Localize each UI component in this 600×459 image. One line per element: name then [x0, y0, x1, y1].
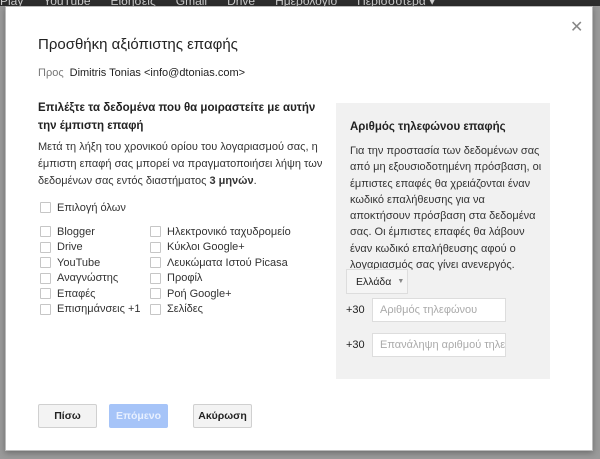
checkbox-label: Προφίλ	[167, 272, 203, 285]
recipient-value: Dimitris Tonias <info@dtonias.com>	[69, 67, 246, 79]
phone-input[interactable]	[372, 298, 506, 322]
add-trusted-contact-dialog: ✕ Προσθήκη αξιόπιστης επαφής Προς Dimitri…	[5, 6, 593, 451]
checkbox-label: Επαφές	[57, 287, 96, 300]
phone-row: +30	[346, 298, 506, 322]
service-checkbox[interactable]: Λευκώματα Ιστού Picasa	[150, 255, 291, 271]
close-icon[interactable]: ✕	[570, 17, 583, 37]
description-end: .	[253, 175, 257, 187]
country-value: Ελλάδα	[356, 275, 392, 288]
description-text: Μετά τη λήξη του χρονικού ορίου του λογα…	[38, 141, 323, 187]
checkbox-label: Κύκλοι Google+	[167, 241, 245, 254]
checkbox-label: Σελίδες	[167, 303, 203, 316]
service-checkbox[interactable]: Αναγνώστης	[40, 271, 141, 287]
service-checkbox[interactable]: Προφίλ	[150, 271, 291, 287]
services-column-1: Blogger Drive YouTube Αναγνώστης Επαφές Επιση…	[40, 224, 141, 317]
checkbox-box[interactable]	[40, 226, 51, 238]
checkbox-box[interactable]	[150, 226, 161, 238]
service-checkbox[interactable]: Blogger	[40, 224, 141, 240]
checkbox-box[interactable]	[40, 241, 51, 253]
panel-text: Για την προστασία των δεδομένων σας από …	[350, 145, 542, 272]
checkbox-box[interactable]	[150, 257, 161, 269]
checkbox-label: Επιλογή όλων	[57, 201, 126, 214]
service-checkbox[interactable]: Ροή Google+	[150, 286, 291, 302]
chevron-down-icon: ▼	[397, 278, 405, 285]
next-button[interactable]: Επόμενο	[109, 404, 168, 428]
select-all-checkbox[interactable]: Επιλογή όλων	[40, 200, 126, 216]
service-checkbox[interactable]: Κύκλοι Google+	[150, 240, 291, 256]
checkbox-label: Αναγνώστης	[57, 272, 119, 285]
cancel-button[interactable]: Ακύρωση	[193, 404, 252, 428]
service-checkbox[interactable]: Σελίδες	[150, 302, 291, 318]
service-checkbox[interactable]: YouTube	[40, 255, 141, 271]
services-column-2: Ηλεκτρονικό ταχυδρομείο Κύκλοι Google+ Λευ…	[150, 224, 291, 317]
to-label: Προς	[38, 67, 64, 79]
checkbox-label: Λευκώματα Ιστού Picasa	[167, 256, 288, 269]
checkbox-label: Επισημάνσεις +1	[57, 303, 141, 316]
checkbox-label: Ροή Google+	[167, 287, 232, 300]
service-checkbox[interactable]: Ηλεκτρονικό ταχυδρομείο	[150, 224, 291, 240]
panel-title: Αριθμός τηλεφώνου επαφής	[350, 121, 506, 133]
country-code: +30	[346, 339, 365, 351]
country-code: +30	[346, 304, 365, 316]
checkbox-box[interactable]	[40, 202, 51, 214]
phone-panel: Αριθμός τηλεφώνου επαφής Για την προστασ…	[336, 103, 550, 379]
service-checkbox[interactable]: Drive	[40, 240, 141, 256]
checkbox-label: YouTube	[57, 256, 101, 269]
description-bold: 3 μηνών	[209, 175, 254, 187]
checkbox-label: Blogger	[57, 225, 95, 238]
description: Μετά τη λήξη του χρονικού ορίου του λογα…	[38, 139, 328, 190]
dialog-title: Προσθήκη αξιόπιστης επαφής	[38, 36, 238, 53]
checkbox-box[interactable]	[150, 303, 161, 315]
checkbox-label: Drive	[57, 241, 83, 254]
checkbox-box[interactable]	[40, 288, 51, 300]
back-button[interactable]: Πίσω	[38, 404, 97, 428]
checkbox-label: Ηλεκτρονικό ταχυδρομείο	[167, 225, 291, 238]
checkbox-box[interactable]	[40, 272, 51, 284]
section-heading: Επιλέξτε τα δεδομένα που θα μοιραστείτε …	[38, 102, 316, 132]
checkbox-box[interactable]	[40, 303, 51, 315]
phone-repeat-row: +30	[346, 333, 506, 357]
phone-repeat-input[interactable]	[372, 333, 506, 357]
checkbox-box[interactable]	[150, 272, 161, 284]
service-checkbox[interactable]: Επισημάνσεις +1	[40, 302, 141, 318]
recipient: Προς Dimitris Tonias <info@dtonias.com>	[38, 67, 245, 79]
checkbox-box[interactable]	[150, 241, 161, 253]
checkbox-box[interactable]	[150, 288, 161, 300]
service-checkbox[interactable]: Επαφές	[40, 286, 141, 302]
country-select[interactable]: Ελλάδα ▼	[346, 269, 408, 294]
checkbox-box[interactable]	[40, 257, 51, 269]
